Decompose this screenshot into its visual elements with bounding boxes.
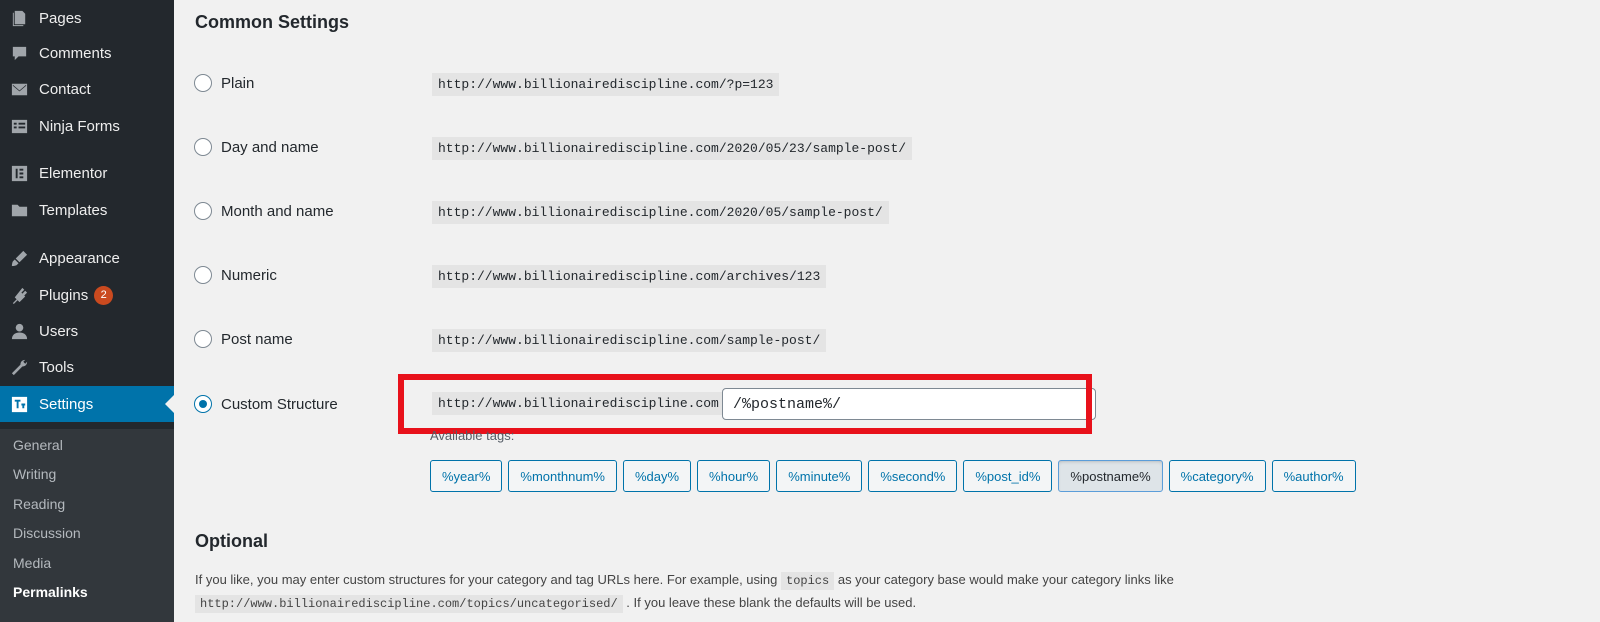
optional-code-topics: topics <box>781 572 835 590</box>
available-tags-label: Available tags: <box>430 428 515 443</box>
tag-minute[interactable]: %minute% <box>776 460 863 492</box>
menu-item-label: Appearance <box>39 249 120 267</box>
radio-numeric[interactable] <box>194 266 212 284</box>
radio-month-and-name[interactable] <box>194 202 212 220</box>
menu-item-label: Templates <box>39 201 108 219</box>
menu-item-label: Contact <box>39 80 91 98</box>
url-example-month-and-name: http://www.billionairediscipline.com/202… <box>432 201 889 224</box>
common-settings-heading: Common Settings <box>195 12 350 32</box>
url-example-plain: http://www.billionairediscipline.com/?p=… <box>432 73 780 96</box>
menu-item-ninja-forms[interactable]: Ninja Forms <box>0 108 174 144</box>
menu-item-label: Tools <box>39 358 75 376</box>
tag-category[interactable]: %category% <box>1168 460 1266 492</box>
settings-submenu: General Writing Reading Discussion Media… <box>0 429 174 622</box>
tag-postname[interactable]: %postname% <box>1058 460 1163 492</box>
option-label: Month and name <box>221 202 334 220</box>
url-base-custom: http://www.billionairediscipline.com <box>432 392 725 415</box>
option-label: Day and name <box>221 138 319 156</box>
menu-item-label: Comments <box>39 44 112 62</box>
tag-author[interactable]: %author% <box>1271 460 1356 492</box>
custom-structure-input[interactable] <box>722 388 1096 420</box>
main-content: Common Settings Plain http://www.billion… <box>174 0 1600 622</box>
wrench-icon <box>9 357 29 377</box>
option-custom-structure[interactable]: Custom Structure <box>194 393 338 415</box>
pages-icon <box>9 8 29 28</box>
option-numeric[interactable]: Numeric <box>194 264 277 286</box>
update-count-badge: 2 <box>94 285 114 305</box>
url-example-post-name: http://www.billionairediscipline.com/sam… <box>432 329 827 352</box>
tag-second[interactable]: %second% <box>868 460 958 492</box>
optional-text: . If you leave these blank the defaults … <box>626 595 917 610</box>
optional-text: If you like, you may enter custom struct… <box>195 572 778 587</box>
menu-item-plugins[interactable]: Plugins 2 <box>0 277 174 313</box>
option-label: Plain <box>221 74 255 92</box>
optional-description: If you like, you may enter custom struct… <box>195 569 1174 615</box>
menu-item-label: Users <box>39 322 79 340</box>
menu-item-pages[interactable]: Pages <box>0 0 174 36</box>
comments-icon <box>9 43 29 63</box>
plug-icon <box>9 285 29 305</box>
option-day-and-name[interactable]: Day and name <box>194 136 319 158</box>
forms-icon <box>9 116 29 136</box>
radio-custom-structure[interactable] <box>194 395 212 413</box>
menu-item-elementor[interactable]: Elementor <box>0 155 174 191</box>
optional-code-example-url: http://www.billionairediscipline.com/top… <box>195 595 623 613</box>
submenu-writing[interactable]: Writing <box>13 466 56 482</box>
tag-day[interactable]: %day% <box>622 460 692 492</box>
option-month-and-name[interactable]: Month and name <box>194 200 334 222</box>
folder-icon <box>9 200 29 220</box>
admin-sidebar: Pages Comments Contact Ninja Forms Eleme… <box>0 0 174 622</box>
menu-item-settings[interactable]: Settings <box>0 386 174 422</box>
tag-year[interactable]: %year% <box>430 460 503 492</box>
mail-icon <box>9 79 29 99</box>
option-plain[interactable]: Plain <box>194 72 254 94</box>
user-icon <box>9 321 29 341</box>
menu-item-label: Ninja Forms <box>39 117 120 135</box>
brush-icon <box>9 248 29 268</box>
settings-icon <box>9 394 29 414</box>
submenu-discussion[interactable]: Discussion <box>13 525 81 541</box>
menu-item-label: Elementor <box>39 164 108 182</box>
option-label: Numeric <box>221 266 277 284</box>
option-label: Custom Structure <box>221 395 338 413</box>
menu-item-users[interactable]: Users <box>0 313 174 349</box>
option-label: Post name <box>221 330 293 348</box>
available-tags: %year% %monthnum% %day% %hour% %minute% … <box>430 460 1356 492</box>
url-example-day-and-name: http://www.billionairediscipline.com/202… <box>432 137 913 160</box>
submenu-media[interactable]: Media <box>13 555 51 571</box>
elementor-icon <box>9 163 29 183</box>
submenu-permalinks[interactable]: Permalinks <box>13 584 88 600</box>
url-example-numeric: http://www.billionairediscipline.com/arc… <box>432 265 827 288</box>
menu-item-comments[interactable]: Comments <box>0 35 174 71</box>
menu-item-templates[interactable]: Templates <box>0 192 174 228</box>
menu-item-label: Pages <box>39 9 82 27</box>
option-post-name[interactable]: Post name <box>194 328 293 350</box>
optional-heading: Optional <box>195 531 268 551</box>
tag-monthnum[interactable]: %monthnum% <box>508 460 617 492</box>
tag-hour[interactable]: %hour% <box>697 460 771 492</box>
tag-post-id[interactable]: %post_id% <box>963 460 1053 492</box>
menu-item-tools[interactable]: Tools <box>0 349 174 385</box>
menu-item-label: Plugins <box>39 286 89 304</box>
optional-text: as your category base would make your ca… <box>837 572 1174 587</box>
radio-post-name[interactable] <box>194 330 212 348</box>
radio-plain[interactable] <box>194 74 212 92</box>
menu-item-appearance[interactable]: Appearance <box>0 240 174 276</box>
menu-item-label: Settings <box>39 395 94 413</box>
submenu-general[interactable]: General <box>13 437 63 453</box>
menu-item-contact[interactable]: Contact <box>0 71 174 107</box>
radio-day-and-name[interactable] <box>194 138 212 156</box>
submenu-reading[interactable]: Reading <box>13 496 65 512</box>
